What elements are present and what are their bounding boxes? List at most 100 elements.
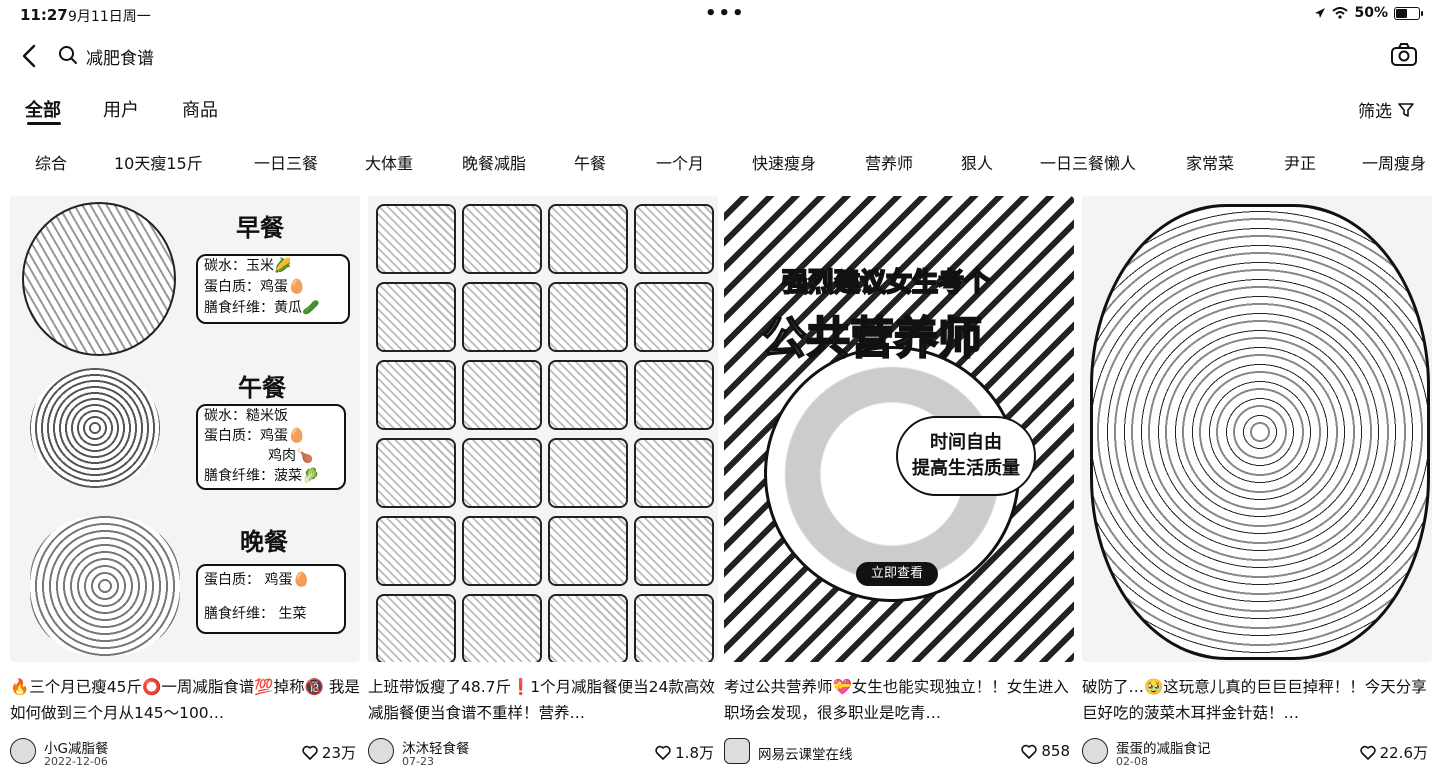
breakfast-carb: 碳水：玉米🌽 — [204, 258, 292, 274]
post-date: 07-23 — [402, 755, 434, 768]
note-cover-image: 强烈建议女生考个 公共营养师 时间自由 提高生活质量 立即查看 — [724, 196, 1074, 662]
chip[interactable]: 晚餐减脂 — [462, 150, 526, 174]
camera-icon[interactable] — [1390, 42, 1418, 68]
back-arrow-icon[interactable] — [16, 40, 46, 72]
bento-box — [548, 360, 628, 430]
tab-products[interactable]: 商品 — [182, 96, 218, 122]
filter-button[interactable]: 筛选 — [1358, 97, 1414, 122]
tab-active-indicator — [27, 122, 61, 125]
note-title[interactable]: 考过公共营养师💝女生也能实现独立！！女生进入职场会发现，很多职业是吃青… — [724, 674, 1074, 726]
author-name[interactable]: 蛋蛋的减脂食记 — [1116, 737, 1211, 757]
bento-box — [634, 516, 714, 586]
bento-box — [462, 438, 542, 508]
ad-headline-line1: 强烈建议女生考个 — [781, 267, 991, 299]
note-card[interactable]: 上班带饭瘦了48.7斤❗1个月减脂餐便当24款高效减脂餐便当食谱不重样！营养… … — [368, 196, 718, 780]
status-bar: 11:27 9月11日周一 ••• 50% — [0, 0, 1440, 30]
bento-box — [634, 282, 714, 352]
note-footer: 沐沐轻食餐 07-23 1.8万 — [368, 736, 718, 770]
chip[interactable]: 午餐 — [574, 150, 606, 174]
lunch-protein-2: 鸡肉🍗 — [268, 448, 314, 464]
tab-all[interactable]: 全部 — [25, 96, 61, 122]
chip[interactable]: 狠人 — [961, 150, 993, 174]
author-name[interactable]: 网易云课堂在线 — [758, 743, 853, 763]
note-cover-image: 早餐 碳水：玉米🌽 蛋白质：鸡蛋🥚 膳食纤维：黄瓜🥒 午餐 碳水：糙米饭 蛋白质… — [10, 196, 360, 662]
avatar[interactable] — [724, 738, 750, 764]
filter-funnel-icon — [1398, 102, 1414, 117]
chip[interactable]: 一周瘦身 — [1362, 150, 1426, 174]
battery-icon — [1394, 6, 1423, 20]
like-button[interactable]: 858 — [1021, 742, 1070, 760]
avatar[interactable] — [368, 738, 394, 764]
search-input[interactable]: 减肥食谱 — [86, 44, 154, 69]
salad-plate-image — [30, 516, 180, 656]
note-title[interactable]: 破防了…🥹这玩意儿真的巨巨巨掉秤！！今天分享巨好吃的菠菜木耳拌金针菇！… — [1082, 674, 1432, 726]
heart-icon — [1021, 744, 1038, 759]
chip[interactable]: 尹正 — [1284, 150, 1316, 174]
note-footer: 蛋蛋的减脂食记 02-08 22.6万 — [1082, 736, 1432, 770]
status-date: 9月11日周一 — [68, 9, 151, 25]
status-indicators: 50% — [1314, 5, 1423, 21]
bento-box — [376, 516, 456, 586]
breakfast-fiber: 膳食纤维：黄瓜🥒 — [204, 300, 320, 316]
like-count: 23万 — [321, 744, 356, 762]
avatar[interactable] — [1082, 738, 1108, 764]
note-card[interactable]: 强烈建议女生考个 公共营养师 时间自由 提高生活质量 立即查看 考过公共营养师💝… — [724, 196, 1074, 780]
bento-box — [634, 360, 714, 430]
lunch-box: 碳水：糙米饭 蛋白质：鸡蛋🥚 鸡肉🍗 膳食纤维：菠菜🥬 — [196, 404, 346, 490]
note-card[interactable]: 早餐 碳水：玉米🌽 蛋白质：鸡蛋🥚 膳食纤维：黄瓜🥒 午餐 碳水：糙米饭 蛋白质… — [10, 196, 360, 780]
salad-bowl-image — [1090, 204, 1430, 660]
like-count: 858 — [1041, 742, 1070, 760]
status-time: 11:27 — [20, 6, 68, 24]
bento-box — [376, 594, 456, 662]
bento-grid-image — [376, 204, 714, 662]
bento-box — [634, 438, 714, 508]
chip[interactable]: 家常菜 — [1186, 150, 1234, 174]
like-button[interactable]: 1.8万 — [655, 742, 714, 763]
note-card[interactable]: 破防了…🥹这玩意儿真的巨巨巨掉秤！！今天分享巨好吃的菠菜木耳拌金针菇！… 蛋蛋的… — [1082, 196, 1432, 780]
chip[interactable]: 营养师 — [865, 150, 913, 174]
chip[interactable]: 综合 — [35, 150, 67, 174]
author-name[interactable]: 沐沐轻食餐 — [402, 737, 470, 757]
corn-plate-image — [22, 202, 176, 356]
like-count: 22.6万 — [1379, 744, 1428, 762]
bento-box — [462, 360, 542, 430]
author-name[interactable]: 小G减脂餐 — [44, 737, 108, 757]
bento-box — [462, 282, 542, 352]
bento-box — [548, 438, 628, 508]
note-cover-image — [368, 196, 718, 662]
bento-box — [548, 282, 628, 352]
note-title[interactable]: 🔥三个月已瘦45斤⭕一周减脂食谱💯掉称🔞 我是如何做到三个月从145～100… — [10, 674, 360, 726]
avatar[interactable] — [10, 738, 36, 764]
lunch-heading: 午餐 — [238, 374, 286, 402]
lunch-protein: 蛋白质：鸡蛋🥚 — [204, 428, 306, 444]
chip[interactable]: 一日三餐 — [254, 150, 318, 174]
breakfast-box: 碳水：玉米🌽 蛋白质：鸡蛋🥚 膳食纤维：黄瓜🥒 — [196, 254, 350, 324]
heart-icon — [302, 745, 318, 760]
chip[interactable]: 大体重 — [365, 150, 413, 174]
post-date: 02-08 — [1116, 755, 1148, 768]
note-footer: 小G减脂餐 2022-12-06 23万 — [10, 736, 360, 770]
chip[interactable]: 快速瘦身 — [752, 150, 816, 174]
more-dots-icon[interactable]: ••• — [705, 3, 746, 24]
badge-line2: 提高生活质量 — [912, 458, 1020, 479]
breakfast-heading: 早餐 — [236, 214, 284, 242]
note-title[interactable]: 上班带饭瘦了48.7斤❗1个月减脂餐便当24款高效减脂餐便当食谱不重样！营养… — [368, 674, 718, 726]
chip[interactable]: 一个月 — [656, 150, 704, 174]
dinner-heading: 晚餐 — [240, 528, 288, 556]
bento-box — [548, 516, 628, 586]
chip[interactable]: 一日三餐懒人 — [1040, 150, 1136, 174]
dinner-fiber: 膳食纤维： 生菜 — [204, 606, 307, 622]
bento-box — [462, 516, 542, 586]
search-icon — [59, 46, 77, 64]
like-button[interactable]: 23万 — [302, 742, 356, 763]
bento-box — [634, 594, 714, 662]
bento-box — [548, 594, 628, 662]
result-tabs: 全部 用户 商品 筛选 — [0, 92, 1440, 132]
dinner-protein: 蛋白质： 鸡蛋🥚 — [204, 572, 310, 588]
view-now-button[interactable]: 立即查看 — [856, 562, 938, 586]
dinner-box: 蛋白质： 鸡蛋🥚 膳食纤维： 生菜 — [196, 564, 346, 634]
chip[interactable]: 10天瘦15斤 — [114, 150, 203, 174]
tab-users[interactable]: 用户 — [103, 96, 139, 122]
rice-plate-image — [30, 368, 160, 488]
like-button[interactable]: 22.6万 — [1359, 742, 1428, 763]
